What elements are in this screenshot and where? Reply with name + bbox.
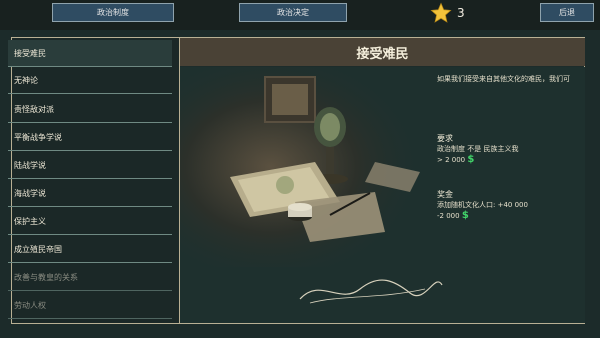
decision-item-naval-war-doctrine[interactable]: 海战学说 <box>8 180 172 207</box>
decision-item-label: 无神论 <box>14 75 38 85</box>
decision-item-colonial-empire[interactable]: 成立殖民帝国 <box>8 236 172 263</box>
reward-money: -2 000 $ <box>437 210 469 221</box>
dollar-icon: $ <box>467 154 475 165</box>
requirements-heading: 要求 <box>437 134 453 143</box>
decision-item-land-war-doctrine[interactable]: 陆战学说 <box>8 152 172 179</box>
decision-item-label: 接受难民 <box>14 48 46 58</box>
requirement-text: 政治制度 不是 民族主义我 <box>437 145 519 153</box>
decision-item-blame-opposition[interactable]: 责怪敌对派 <box>8 96 172 123</box>
requirement-money: > 2 000 $ <box>437 154 474 165</box>
decision-title: 接受难民 <box>180 38 585 66</box>
decision-item-label: 陆战学说 <box>14 160 46 170</box>
star-count: 3 <box>457 6 465 20</box>
decision-item-label: 保护主义 <box>14 216 46 226</box>
decision-item-label: 改善与教皇的关系 <box>14 272 78 282</box>
dollar-icon: $ <box>461 210 469 221</box>
reward-money-value: -2 000 <box>437 212 460 220</box>
decision-title-text: 接受难民 <box>356 46 409 62</box>
decision-item-improve-papal-relations[interactable]: 改善与教皇的关系 <box>8 264 172 291</box>
decision-item-balanced-war-doctrine[interactable]: 平衡战争学说 <box>8 124 172 151</box>
decision-item-protectionism[interactable]: 保护主义 <box>8 208 172 235</box>
decision-item-labor-rights[interactable]: 劳动人权 <box>8 292 172 319</box>
decision-content <box>180 67 585 323</box>
desk-illustration <box>180 67 443 304</box>
decision-item-label: 海战学说 <box>14 188 46 198</box>
back-button[interactable]: 后退 <box>540 3 594 22</box>
decision-item-atheism[interactable]: 无神论 <box>8 67 172 94</box>
star-icon <box>430 2 452 24</box>
decision-item-label: 平衡战争学说 <box>14 132 62 142</box>
requirement-money-value: > 2 000 <box>437 156 466 164</box>
political-system-tab[interactable]: 政治制度 <box>52 3 174 22</box>
decision-item-accept-refugees[interactable]: 接受难民 <box>8 40 172 67</box>
decision-item-label: 责怪敌对派 <box>14 104 54 114</box>
decision-description: 如果我们接受来自其他文化的难民，我们可 <box>437 75 570 83</box>
reward-text: 添加随机文化人口: +40 000 <box>437 201 528 209</box>
rewards-heading: 奖金 <box>437 190 453 199</box>
political-decisions-tab[interactable]: 政治决定 <box>239 3 347 22</box>
decision-item-label: 劳动人权 <box>14 300 46 310</box>
decision-item-label: 成立殖民帝国 <box>14 244 62 254</box>
